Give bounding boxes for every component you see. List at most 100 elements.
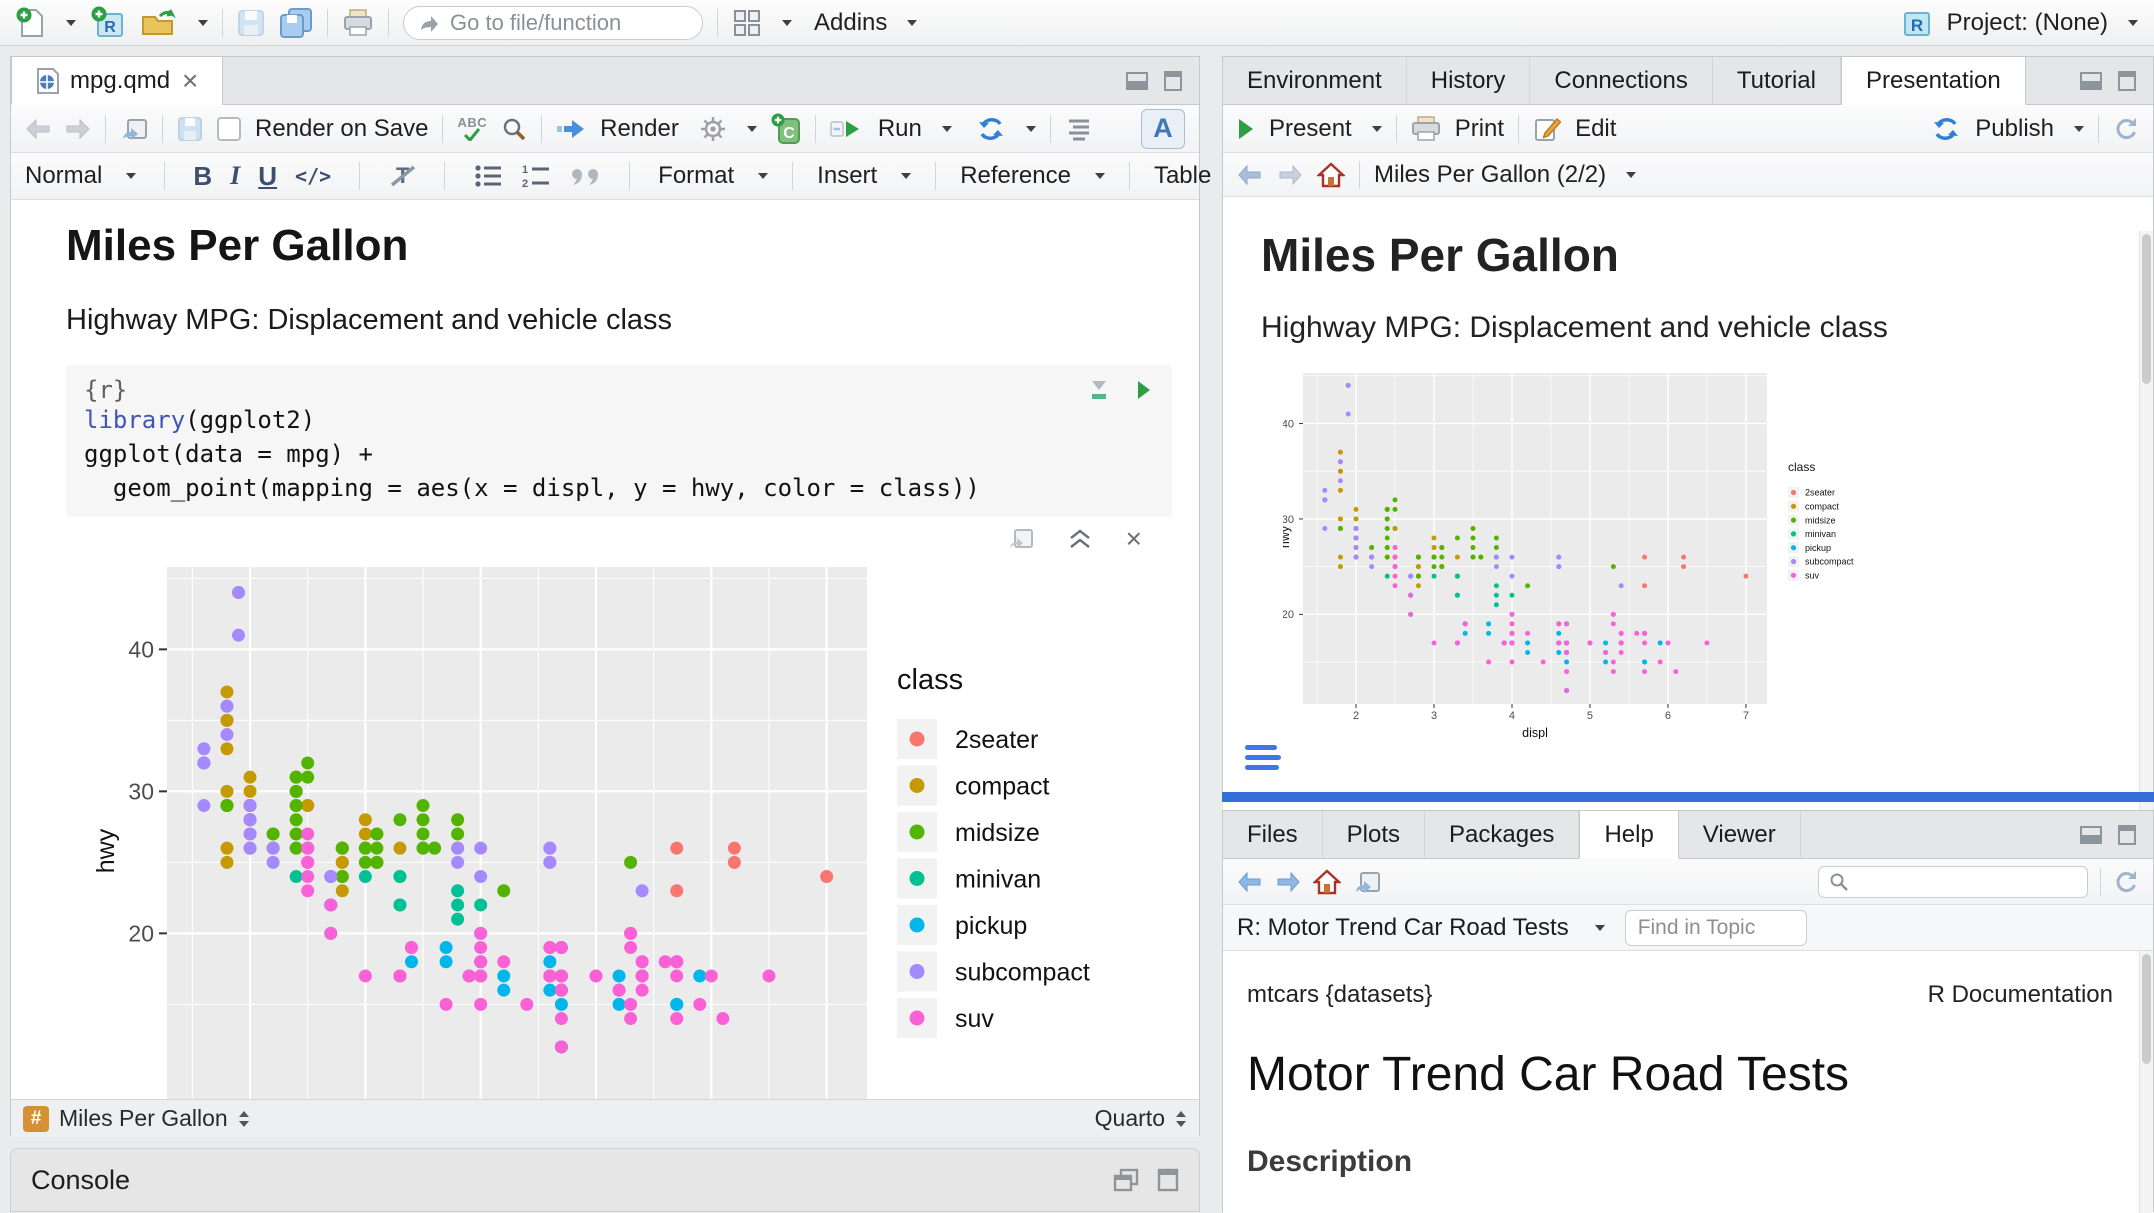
clear-format-icon[interactable]: T [388, 163, 416, 189]
minimize-pane-icon[interactable] [2079, 825, 2103, 845]
project-selector[interactable]: Project: (None) [1947, 9, 2108, 37]
back-icon[interactable] [1237, 871, 1263, 893]
popout-plot-icon[interactable] [1008, 527, 1034, 551]
maximize-pane-icon[interactable] [1163, 70, 1183, 92]
tab-packages[interactable]: Packages [1425, 811, 1579, 858]
new-file-icon[interactable] [16, 7, 46, 39]
tab-tutorial[interactable]: Tutorial [1713, 57, 1841, 104]
goto-file-search[interactable] [403, 6, 703, 40]
render-icon[interactable] [556, 117, 586, 141]
gear-icon[interactable] [699, 115, 727, 143]
document-body[interactable]: Miles Per Gallon Highway MPG: Displaceme… [11, 200, 1199, 1099]
minimize-pane-icon[interactable] [2079, 71, 2103, 91]
topic-selector[interactable]: R: Motor Trend Car Road Tests [1237, 914, 1569, 942]
run-chunk-icon[interactable] [1136, 379, 1152, 401]
reference-caret[interactable] [1095, 173, 1105, 179]
addins-menu[interactable]: Addins [814, 9, 887, 37]
edit-button[interactable]: Edit [1575, 115, 1616, 143]
help-search-input[interactable] [1857, 870, 2067, 893]
run-icon[interactable] [830, 117, 864, 141]
table-menu[interactable]: Table [1154, 162, 1211, 190]
tab-plots[interactable]: Plots [1323, 811, 1425, 858]
run-chunks-above-icon[interactable] [1088, 379, 1110, 401]
new-file-caret[interactable] [66, 20, 76, 26]
style-caret[interactable] [126, 173, 136, 179]
tab-viewer[interactable]: Viewer [1679, 811, 1801, 858]
code-button[interactable]: </> [295, 164, 331, 188]
scrollbar[interactable] [2139, 951, 2153, 1213]
tab-files[interactable]: Files [1223, 811, 1323, 858]
rerun-icon[interactable] [976, 116, 1006, 142]
spellcheck-icon[interactable]: ABC [457, 117, 487, 141]
save-all-icon[interactable] [279, 7, 313, 39]
collapse-output-icon[interactable] [1068, 528, 1092, 550]
panes-grid-icon[interactable] [732, 8, 762, 38]
restore-pane-icon[interactable] [1113, 1168, 1139, 1192]
print-icon[interactable] [1411, 115, 1441, 143]
open-file-icon[interactable] [140, 8, 178, 38]
print-button[interactable]: Print [1455, 115, 1504, 143]
help-search-box[interactable] [1818, 866, 2088, 898]
save-icon[interactable] [177, 116, 203, 142]
render-button[interactable]: Render [600, 115, 679, 143]
outline-icon[interactable] [1065, 117, 1093, 141]
find-in-topic-input[interactable] [1625, 910, 1807, 946]
underline-button[interactable]: U [258, 161, 277, 192]
code-chunk[interactable]: {r} library(ggplot2)ggplot(data = mpg) +… [66, 365, 1172, 517]
addins-caret[interactable] [907, 20, 917, 26]
slide-menu-icon[interactable] [1245, 745, 1285, 770]
paragraph-style-select[interactable]: Normal [25, 162, 102, 190]
minimize-pane-icon[interactable] [1125, 71, 1149, 91]
console-pane-header[interactable]: Console [10, 1148, 1200, 1212]
publish-button[interactable]: Publish [1975, 115, 2054, 143]
insert-chunk-icon[interactable]: C [771, 113, 801, 145]
scrollbar[interactable] [2139, 231, 2153, 827]
render-on-save-checkbox[interactable] [217, 117, 241, 141]
format-menu[interactable]: Format [658, 162, 734, 190]
popout-icon[interactable] [120, 116, 148, 142]
maximize-pane-icon[interactable] [2117, 824, 2137, 846]
insert-menu[interactable]: Insert [817, 162, 877, 190]
numbered-list-icon[interactable]: 12 [521, 163, 551, 189]
home-icon[interactable] [1317, 162, 1345, 188]
close-icon[interactable]: × [182, 71, 198, 91]
present-caret[interactable] [1372, 126, 1382, 132]
slide-nav-caret[interactable] [1626, 172, 1636, 178]
visual-editor-toggle[interactable]: A [1141, 109, 1185, 149]
popout-icon[interactable] [1353, 869, 1381, 895]
panes-caret[interactable] [782, 20, 792, 26]
refresh-icon[interactable] [2113, 869, 2139, 895]
run-caret[interactable] [942, 126, 952, 132]
italic-button[interactable]: I [230, 161, 240, 191]
tab-presentation[interactable]: Presentation [1841, 57, 2026, 105]
render-options-caret[interactable] [747, 126, 757, 132]
back-icon[interactable] [1237, 164, 1263, 186]
tab-connections[interactable]: Connections [1530, 57, 1712, 104]
open-file-caret[interactable] [198, 20, 208, 26]
topic-caret[interactable] [1595, 925, 1605, 931]
project-caret[interactable] [2128, 20, 2138, 26]
reference-menu[interactable]: Reference [960, 162, 1071, 190]
bullet-list-icon[interactable] [473, 163, 503, 189]
search-icon[interactable] [501, 116, 527, 142]
help-document[interactable]: mtcars {datasets} R Documentation Motor … [1223, 951, 2153, 1213]
maximize-pane-icon[interactable] [1157, 1168, 1179, 1192]
run-button[interactable]: Run [878, 115, 922, 143]
forward-icon[interactable] [1275, 871, 1301, 893]
chunk-code[interactable]: library(ggplot2)ggplot(data = mpg) + geo… [84, 403, 1154, 505]
rerun-caret[interactable] [1026, 126, 1036, 132]
refresh-icon[interactable] [2113, 116, 2139, 142]
publish-icon[interactable] [1931, 116, 1961, 142]
clear-output-icon[interactable]: × [1126, 529, 1142, 549]
doc-type-selector[interactable]: Quarto [1095, 1105, 1165, 1132]
tab-mpg-qmd[interactable]: mpg.qmd × [11, 57, 223, 105]
tab-history[interactable]: History [1407, 57, 1531, 104]
insert-caret[interactable] [901, 173, 911, 179]
new-project-icon[interactable]: R [90, 6, 126, 40]
section-navigator[interactable]: Miles Per Gallon [59, 1105, 228, 1132]
edit-icon[interactable] [1533, 115, 1561, 143]
present-button[interactable]: Present [1269, 115, 1352, 143]
presentation-preview[interactable]: Miles Per Gallon Highway MPG: Displaceme… [1223, 231, 2153, 827]
maximize-pane-icon[interactable] [2117, 70, 2137, 92]
present-icon[interactable] [1237, 117, 1255, 141]
